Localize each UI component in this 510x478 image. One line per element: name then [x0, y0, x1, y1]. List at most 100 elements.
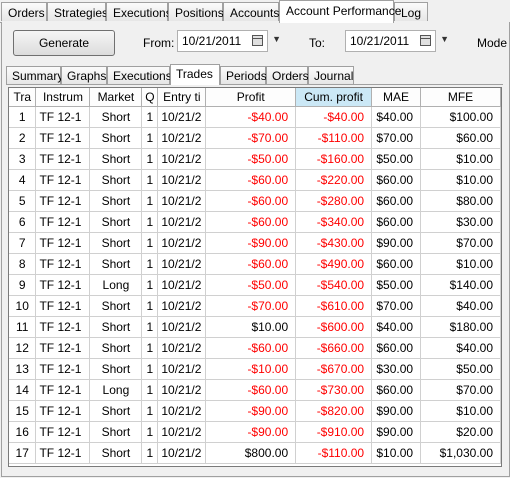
mae-cell: $90.00	[371, 400, 422, 422]
table-row[interactable]: 17 TF 12-1 Short 1 10/21/2 $800.00 -$110.00 $10…	[9, 442, 501, 464]
instrument-cell: TF 12-1	[35, 253, 91, 275]
market-cell: Short	[89, 337, 143, 359]
entry-time-cell: 10/21/2	[157, 400, 207, 422]
tab-orders[interactable]: Orders	[1, 2, 47, 21]
table-row[interactable]: 7 TF 12-1 Short 1 10/21/2 -$90.00 -$430.00 $90.…	[9, 232, 501, 254]
subtab-trades[interactable]: Trades	[170, 64, 220, 85]
quantity-cell: 1	[141, 358, 159, 380]
mfe-cell: $40.00	[420, 337, 501, 359]
column-header-trade[interactable]: Tra	[9, 88, 37, 107]
table-row[interactable]: 2 TF 12-1 Short 1 10/21/2 -$70.00 -$110.00 $70.…	[9, 127, 501, 149]
mae-cell: $30.00	[371, 358, 422, 380]
mfe-cell: $10.00	[420, 169, 501, 191]
subtab-periods[interactable]: Periods	[220, 66, 267, 84]
cum-profit-cell: -$600.00	[295, 316, 373, 338]
from-date-picker[interactable]: 10/21/2011 ▼	[177, 30, 281, 52]
trade-number-cell: 5	[9, 190, 37, 212]
column-header-instrument[interactable]: Instrum	[35, 88, 91, 107]
table-row[interactable]: 3 TF 12-1 Short 1 10/21/2 -$50.00 -$160.00 $50.…	[9, 148, 501, 170]
from-label: From:	[143, 36, 175, 50]
profit-cell: -$60.00	[205, 169, 297, 191]
tab-account-performance[interactable]: Account Performance	[279, 0, 401, 23]
profit-cell: $10.00	[205, 316, 297, 338]
mae-cell: $50.00	[371, 148, 422, 170]
profit-cell: -$50.00	[205, 148, 297, 170]
trade-number-cell: 11	[9, 316, 37, 338]
instrument-cell: TF 12-1	[35, 127, 91, 149]
quantity-cell: 1	[141, 316, 159, 338]
market-cell: Short	[89, 232, 143, 254]
column-header-cum-profit[interactable]: Cum. profit	[295, 88, 373, 107]
column-header-quantity[interactable]: Q	[141, 88, 159, 107]
profit-cell: -$60.00	[205, 211, 297, 233]
column-header-profit[interactable]: Profit	[205, 88, 297, 107]
entry-time-cell: 10/21/2	[157, 148, 207, 170]
dropdown-arrow-icon[interactable]: ▼	[440, 34, 449, 44]
subtab-executions[interactable]: Executions	[107, 66, 172, 84]
trade-number-cell: 14	[9, 379, 37, 401]
to-date-picker[interactable]: 10/21/2011 ▼	[345, 30, 449, 52]
mfe-cell: $10.00	[420, 253, 501, 275]
profit-cell: -$90.00	[205, 232, 297, 254]
entry-time-cell: 10/21/2	[157, 442, 207, 464]
mae-cell: $10.00	[371, 442, 422, 464]
dropdown-arrow-icon[interactable]: ▼	[272, 34, 281, 44]
tab-positions[interactable]: Positions	[168, 2, 224, 21]
table-row[interactable]: 1 TF 12-1 Short 1 10/21/2 -$40.00 -$40.00 $40.0…	[9, 106, 501, 128]
subtab-graphs[interactable]: Graphs	[61, 66, 107, 84]
table-row[interactable]: 14 TF 12-1 Long 1 10/21/2 -$60.00 -$730.00 $60.…	[9, 379, 501, 401]
tab-executions[interactable]: Executions	[106, 2, 172, 21]
quantity-cell: 1	[141, 400, 159, 422]
table-row[interactable]: 15 TF 12-1 Short 1 10/21/2 -$90.00 -$820.00 $90…	[9, 400, 501, 422]
table-row[interactable]: 16 TF 12-1 Short 1 10/21/2 -$90.00 -$910.00 $90…	[9, 421, 501, 443]
mae-cell: $50.00	[371, 274, 422, 296]
calendar-icon[interactable]	[252, 35, 263, 46]
trade-number-cell: 7	[9, 232, 37, 254]
generate-button[interactable]: Generate	[13, 30, 115, 56]
column-header-mae[interactable]: MAE	[371, 88, 422, 107]
tab-label: Executions	[113, 6, 172, 20]
cum-profit-cell: -$110.00	[295, 442, 373, 464]
market-cell: Short	[89, 442, 143, 464]
cum-profit-cell: -$820.00	[295, 400, 373, 422]
entry-time-cell: 10/21/2	[157, 190, 207, 212]
tab-accounts[interactable]: Accounts	[223, 2, 279, 21]
table-row[interactable]: 11 TF 12-1 Short 1 10/21/2 $10.00 -$600.00 $40.…	[9, 316, 501, 338]
cum-profit-cell: -$540.00	[295, 274, 373, 296]
table-row[interactable]: 5 TF 12-1 Short 1 10/21/2 -$60.00 -$280.00 $60.…	[9, 190, 501, 212]
quantity-cell: 1	[141, 274, 159, 296]
column-header-mfe[interactable]: MFE	[420, 88, 501, 107]
profit-cell: -$50.00	[205, 274, 297, 296]
trade-number-cell: 17	[9, 442, 37, 464]
quantity-cell: 1	[141, 442, 159, 464]
table-row[interactable]: 9 TF 12-1 Long 1 10/21/2 -$50.00 -$540.00 $50.0…	[9, 274, 501, 296]
calendar-icon[interactable]	[420, 35, 431, 46]
column-header-market[interactable]: Market	[89, 88, 143, 107]
table-row[interactable]: 12 TF 12-1 Short 1 10/21/2 -$60.00 -$660.00 $60…	[9, 337, 501, 359]
column-header-entry-time[interactable]: Entry ti	[157, 88, 207, 107]
market-cell: Short	[89, 253, 143, 275]
entry-time-cell: 10/21/2	[157, 211, 207, 233]
cum-profit-cell: -$730.00	[295, 379, 373, 401]
trade-number-cell: 12	[9, 337, 37, 359]
table-row[interactable]: 4 TF 12-1 Short 1 10/21/2 -$60.00 -$220.00 $60.…	[9, 169, 501, 191]
instrument-cell: TF 12-1	[35, 169, 91, 191]
instrument-cell: TF 12-1	[35, 295, 91, 317]
subtab-summary[interactable]: Summary	[6, 66, 63, 84]
subtab-label: Orders	[272, 69, 309, 83]
mae-cell: $60.00	[371, 379, 422, 401]
profit-cell: -$60.00	[205, 190, 297, 212]
tab-label: Log	[401, 6, 422, 20]
market-cell: Short	[89, 316, 143, 338]
table-row[interactable]: 8 TF 12-1 Short 1 10/21/2 -$60.00 -$490.00 $60.…	[9, 253, 501, 275]
subtab-orders[interactable]: Orders	[266, 66, 309, 84]
trade-number-cell: 10	[9, 295, 37, 317]
trades-grid[interactable]: Tra Instrum Market Q Entry ti Profit Cum…	[8, 87, 502, 467]
instrument-cell: TF 12-1	[35, 442, 91, 464]
subtab-journal[interactable]: Journal	[308, 66, 354, 84]
mae-cell: $90.00	[371, 232, 422, 254]
tab-strategies[interactable]: Strategies	[47, 2, 108, 21]
table-row[interactable]: 10 TF 12-1 Short 1 10/21/2 -$70.00 -$610.00 $70…	[9, 295, 501, 317]
table-row[interactable]: 6 TF 12-1 Short 1 10/21/2 -$60.00 -$340.00 $60.…	[9, 211, 501, 233]
table-row[interactable]: 13 TF 12-1 Short 1 10/21/2 -$10.00 -$670.00 $30…	[9, 358, 501, 380]
